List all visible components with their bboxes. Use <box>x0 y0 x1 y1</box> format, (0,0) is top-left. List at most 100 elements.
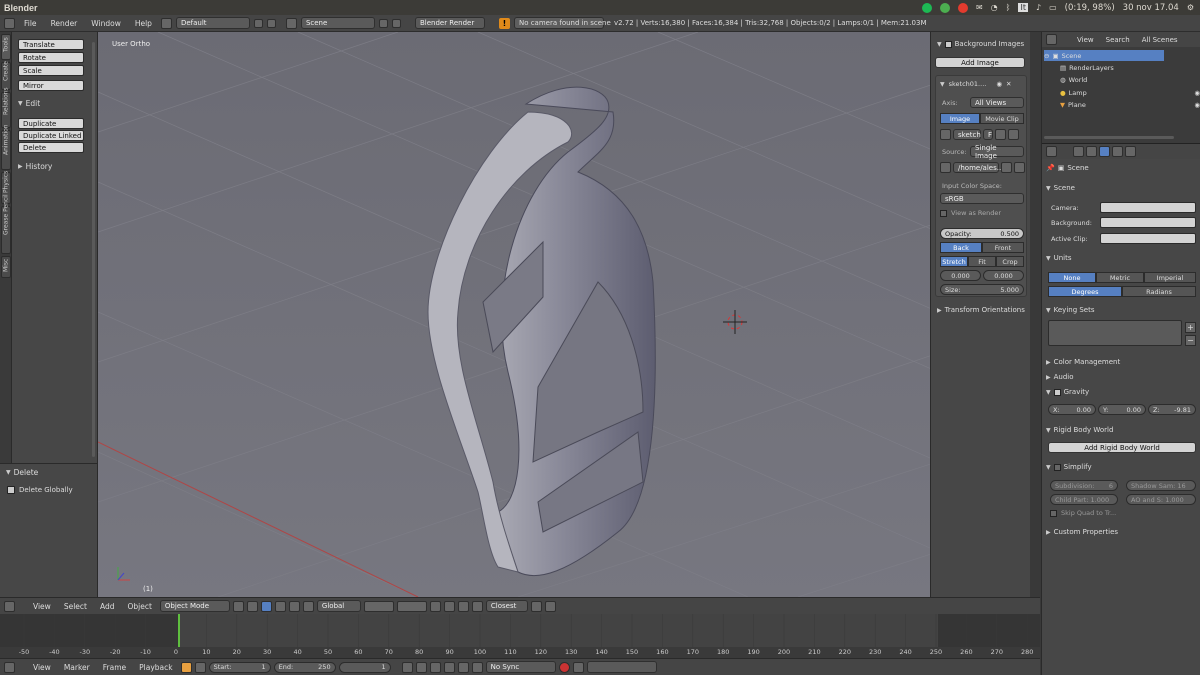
gravity-panel-header[interactable]: ▼ Gravity <box>1046 388 1196 396</box>
scene-tab-icon[interactable] <box>1099 146 1110 157</box>
keying-set-icon[interactable] <box>572 661 584 673</box>
tab-tools[interactable]: Tools <box>1 34 11 60</box>
folder-icon[interactable] <box>995 129 1006 140</box>
outliner-item-renderlayers[interactable]: ▤ RenderLayers <box>1060 62 1190 73</box>
proportional-editing-icon[interactable] <box>443 600 455 612</box>
viewport-shading-icon[interactable] <box>232 600 244 612</box>
tab-misc[interactable]: Misc <box>1 256 11 278</box>
outliner-item-scene[interactable]: ⊖ ▣ Scene <box>1044 50 1164 61</box>
checkbox[interactable] <box>940 209 947 217</box>
scene-field[interactable]: Scene <box>300 17 375 29</box>
play-reverse-icon[interactable] <box>429 661 441 673</box>
gravity-z-field[interactable]: Z: -9.81 <box>1148 404 1196 415</box>
editor-type-icon[interactable] <box>4 17 15 29</box>
rotate-manipulator-icon[interactable] <box>288 600 300 612</box>
edit-section-header[interactable]: ▼ Edit <box>18 99 40 108</box>
tab-create[interactable]: Create <box>1 61 11 90</box>
gravity-y-field[interactable]: Y: 0.00 <box>1098 404 1146 415</box>
record-icon[interactable] <box>558 661 570 673</box>
back-toggle[interactable]: Back <box>940 242 982 253</box>
unlink-icon[interactable] <box>1008 129 1019 140</box>
rotate-button[interactable]: Rotate <box>18 52 84 63</box>
lock-layers-icon[interactable] <box>429 600 441 612</box>
editor-type-icon[interactable] <box>1046 146 1057 157</box>
scene-icon[interactable] <box>180 661 192 673</box>
bluetooth-icon[interactable]: ᛒ <box>1006 3 1011 12</box>
jump-start-icon[interactable] <box>401 661 413 673</box>
chrome-icon[interactable] <box>957 2 968 13</box>
operator-header[interactable]: ▼ Delete <box>6 468 38 477</box>
render-layers-tab-icon[interactable] <box>1086 146 1097 157</box>
world-tab-icon[interactable] <box>1112 146 1123 157</box>
next-keyframe-icon[interactable] <box>457 661 469 673</box>
editor-type-icon[interactable] <box>1046 34 1057 45</box>
folder-icon[interactable] <box>1001 162 1012 173</box>
clock[interactable]: 30 nov 17.04 <box>1123 3 1179 13</box>
scale-manipulator-icon[interactable] <box>302 600 314 612</box>
editor-type-icon[interactable] <box>4 600 15 612</box>
add-image-button[interactable]: Add Image <box>935 57 1025 68</box>
end-frame-field[interactable]: End: 250 <box>273 661 336 673</box>
opacity-slider[interactable]: Opacity: 0.500 <box>940 228 1024 239</box>
checkbox[interactable] <box>1050 509 1057 517</box>
outliner-item-plane[interactable]: ▼ Plane ◉ <box>1060 99 1200 110</box>
scale-button[interactable]: Scale <box>18 65 84 76</box>
transform-orientation-select[interactable]: Global <box>316 600 361 612</box>
source-select[interactable]: Single Image <box>970 144 1024 160</box>
play-icon[interactable] <box>443 661 455 673</box>
outliner-display-mode[interactable]: All Scenes <box>1142 36 1178 44</box>
snap-element-icon[interactable] <box>471 600 483 612</box>
child-particles-field[interactable]: Child Part: 1.000 <box>1050 494 1118 505</box>
duplicate-linked-button[interactable]: Duplicate Linked <box>18 130 84 141</box>
menu-window[interactable]: Window <box>86 19 126 28</box>
crop-toggle[interactable]: Crop <box>996 256 1024 267</box>
sound-icon[interactable]: ♪ <box>1036 3 1041 12</box>
remove-layout-icon[interactable] <box>266 18 276 28</box>
add-scene-icon[interactable] <box>378 18 388 28</box>
app-indicator-icon[interactable] <box>939 2 950 13</box>
radians-toggle[interactable]: Radians <box>1122 286 1196 297</box>
3d-viewport[interactable]: User Ortho (1) <box>98 32 1030 597</box>
size-field[interactable]: Size: 5.000 <box>940 284 1024 295</box>
visibility-eye-icon[interactable]: ◉ <box>1194 101 1200 109</box>
active-keying-set-field[interactable] <box>586 661 657 673</box>
history-section-header[interactable]: ▶ History <box>18 162 52 171</box>
color-space-select[interactable]: sRGB <box>940 193 1024 204</box>
tab-movie-clip[interactable]: Movie Clip <box>980 113 1024 124</box>
degrees-toggle[interactable]: Degrees <box>1048 286 1122 297</box>
preview-range-icon[interactable] <box>194 661 206 673</box>
outliner-item-world[interactable]: ◍ World <box>1060 74 1190 85</box>
timeline-editor[interactable]: -50 -40 -30 -20 -10 0 10 20 30 40 50 60 70 80 90 100 110… <box>0 614 1040 658</box>
menu-playback[interactable]: Playback <box>134 663 177 672</box>
offset-y-field[interactable]: 0.000 <box>983 270 1024 281</box>
fake-user-toggle[interactable]: F <box>983 129 993 140</box>
remove-scene-icon[interactable] <box>391 18 401 28</box>
editor-type-icon[interactable] <box>4 661 15 673</box>
battery-status[interactable]: (0:19, 98%) <box>1065 3 1115 13</box>
color-management-panel-header[interactable]: ▶ Color Management <box>1046 358 1196 366</box>
remove-keying-set-icon[interactable]: − <box>1185 335 1196 346</box>
outliner-menu-view[interactable]: View <box>1077 36 1094 44</box>
settings-gear-icon[interactable]: ⚙ <box>1187 3 1194 12</box>
menu-render[interactable]: Render <box>46 19 83 28</box>
unit-imperial-toggle[interactable]: Imperial <box>1144 272 1196 283</box>
keying-sets-panel-header[interactable]: ▼ Keying Sets <box>1046 306 1196 314</box>
tool-shelf-scrollbar[interactable] <box>92 42 95 457</box>
active-clip-field[interactable] <box>1100 233 1196 244</box>
fit-toggle[interactable]: Fit <box>968 256 996 267</box>
tab-relations[interactable]: Relations <box>1 87 11 128</box>
menu-file[interactable]: File <box>19 19 42 28</box>
expand-icon[interactable]: ⊖ <box>1044 52 1049 60</box>
eye-icon[interactable]: ◉ <box>996 80 1002 88</box>
snap-target-select[interactable]: Closest <box>485 600 528 612</box>
menu-view[interactable]: View <box>28 663 56 672</box>
screen-layout-field[interactable]: Default <box>175 17 250 29</box>
layout-grid-icon[interactable] <box>160 17 172 29</box>
pin-icon[interactable]: 📌 <box>1046 164 1055 172</box>
wifi-icon[interactable]: ◔ <box>991 3 998 12</box>
view-as-render-option[interactable]: View as Render <box>940 209 1001 217</box>
translate-button[interactable]: Translate <box>18 39 84 50</box>
menu-select[interactable]: Select <box>59 602 92 611</box>
offset-x-field[interactable]: 0.000 <box>940 270 981 281</box>
prev-keyframe-icon[interactable] <box>415 661 427 673</box>
